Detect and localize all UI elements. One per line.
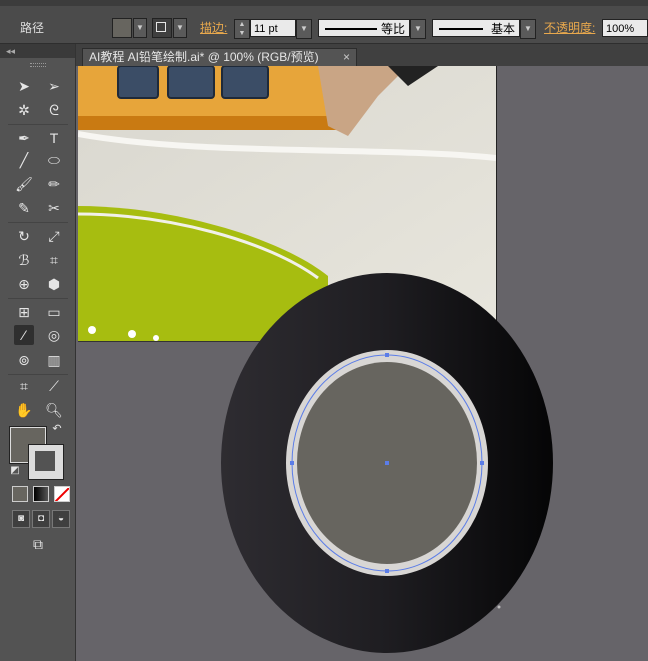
- anchor-point-right[interactable]: [480, 461, 484, 465]
- anchor-point-bottom[interactable]: [385, 569, 389, 573]
- anchor-point-left[interactable]: [290, 461, 294, 465]
- canvas-speck: [497, 605, 501, 609]
- anchor-point-top[interactable]: [385, 353, 389, 357]
- center-point[interactable]: [385, 461, 389, 465]
- canvas-artwork: [221, 273, 553, 653]
